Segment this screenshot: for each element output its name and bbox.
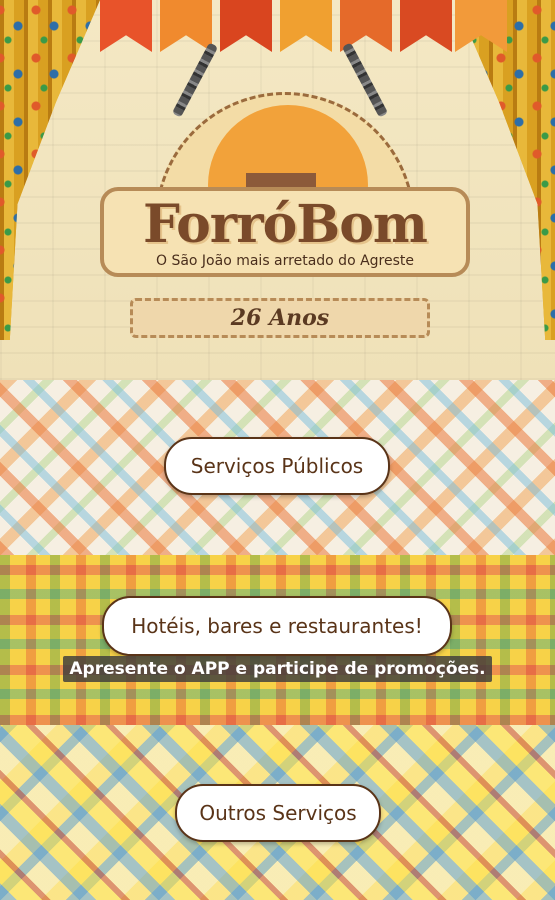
flag-icon	[280, 0, 332, 52]
logo-board: ForróBom O São João mais arretado do Agr…	[100, 187, 470, 277]
brand-title: ForróBom	[143, 194, 428, 255]
flag-icon	[455, 0, 507, 52]
public-services-section: Serviços Públicos	[0, 380, 555, 555]
flag-icon	[100, 0, 152, 52]
logo-sign: ForróBom O São João mais arretado do Agr…	[100, 92, 470, 277]
flag-icon	[160, 0, 212, 52]
other-services-section: Outros Serviços	[0, 725, 555, 900]
other-services-button[interactable]: Outros Serviços	[175, 784, 381, 842]
hotels-section: Hotéis, bares e restaurantes! Apresente …	[0, 555, 555, 725]
app-screen: ForróBom O São João mais arretado do Agr…	[0, 0, 555, 900]
brand-tagline: O São João mais arretado do Agreste	[155, 253, 415, 269]
public-services-button[interactable]: Serviços Públicos	[164, 437, 390, 495]
hotels-bars-restaurants-button[interactable]: Hotéis, bares e restaurantes!	[102, 596, 452, 656]
promo-text: Apresente o APP e participe de promoções…	[63, 656, 492, 682]
bunting-flags	[0, 0, 555, 60]
anniversary-plaque: 26 Anos	[130, 298, 430, 338]
flag-icon	[400, 0, 452, 52]
header-banner: ForróBom O São João mais arretado do Agr…	[0, 0, 555, 380]
promo-banner: Apresente o APP e participe de promoções…	[0, 656, 555, 682]
flag-icon	[220, 0, 272, 52]
